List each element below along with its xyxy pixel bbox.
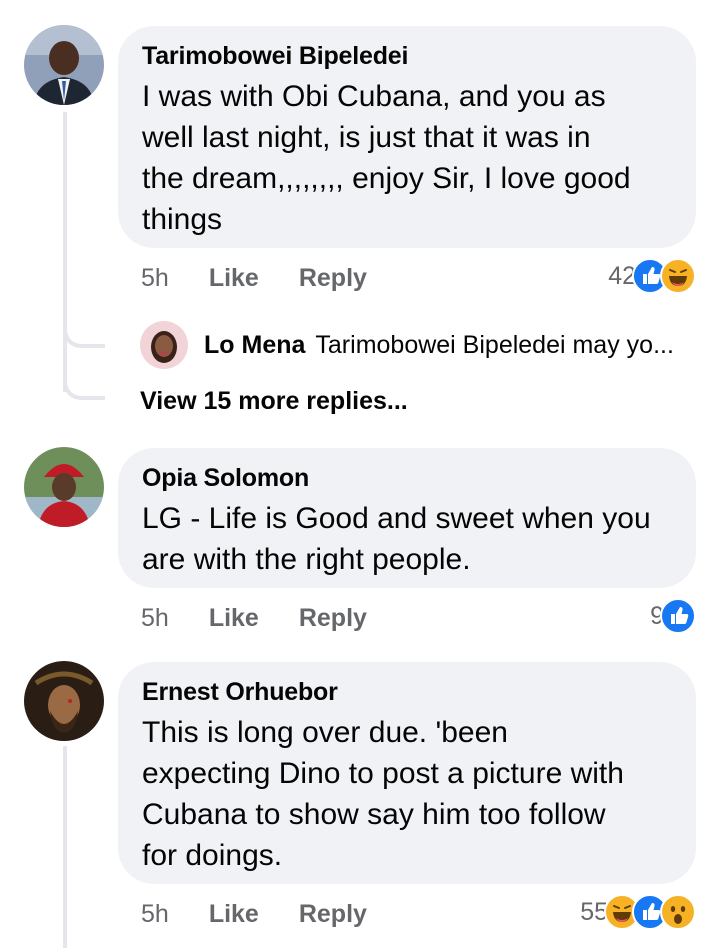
comment-author[interactable]: Ernest Orhuebor (142, 676, 672, 708)
like-icon (660, 598, 696, 634)
comment-actions: 5h Like Reply (141, 604, 367, 633)
reply-button[interactable]: Reply (299, 264, 367, 293)
wow-icon (660, 894, 696, 930)
like-button[interactable]: Like (209, 900, 259, 929)
reaction-summary[interactable]: 9 (650, 598, 696, 634)
comment-author[interactable]: Tarimobowei Bipeledei (142, 40, 672, 72)
comment-actions: 5h Like Reply (141, 900, 367, 929)
comment-text: LG - Life is Good and sweet when you are… (142, 502, 651, 576)
reply-button[interactable]: Reply (299, 604, 367, 633)
reply-avatar[interactable] (140, 321, 188, 369)
comment-bubble: Ernest Orhuebor This is long over due. '… (118, 662, 696, 884)
avatar[interactable] (24, 447, 104, 527)
thread-line (63, 112, 67, 392)
reaction-summary[interactable]: 55 (580, 894, 696, 930)
reaction-summary[interactable]: 42 (608, 258, 696, 294)
thread-line (63, 746, 67, 948)
comment-bubble: Tarimobowei Bipeledei I was with Obi Cub… (118, 26, 696, 248)
comment-timestamp[interactable]: 5h (141, 604, 169, 633)
comment-author[interactable]: Opia Solomon (142, 462, 672, 494)
comment-text: I was with Obi Cubana, and you as well l… (142, 80, 631, 236)
reply-preview[interactable]: Lo Mena Tarimobowei Bipeledei may yo... (204, 331, 674, 360)
comment-timestamp[interactable]: 5h (141, 264, 169, 293)
comment-timestamp[interactable]: 5h (141, 900, 169, 929)
comment-actions: 5h Like Reply (141, 264, 367, 293)
avatar[interactable] (24, 661, 104, 741)
reply-author[interactable]: Lo Mena (204, 331, 305, 360)
like-button[interactable]: Like (209, 604, 259, 633)
like-button[interactable]: Like (209, 264, 259, 293)
haha-icon (660, 258, 696, 294)
comment-text: This is long over due. 'been expecting D… (142, 716, 624, 872)
view-more-replies-link[interactable]: View 15 more replies... (140, 387, 408, 416)
thread-elbow (63, 300, 105, 348)
thread-elbow (63, 352, 105, 400)
reply-text: Tarimobowei Bipeledei may yo... (315, 331, 674, 359)
comment-bubble: Opia Solomon LG - Life is Good and sweet… (118, 448, 696, 588)
reply-button[interactable]: Reply (299, 900, 367, 929)
avatar[interactable] (24, 25, 104, 105)
